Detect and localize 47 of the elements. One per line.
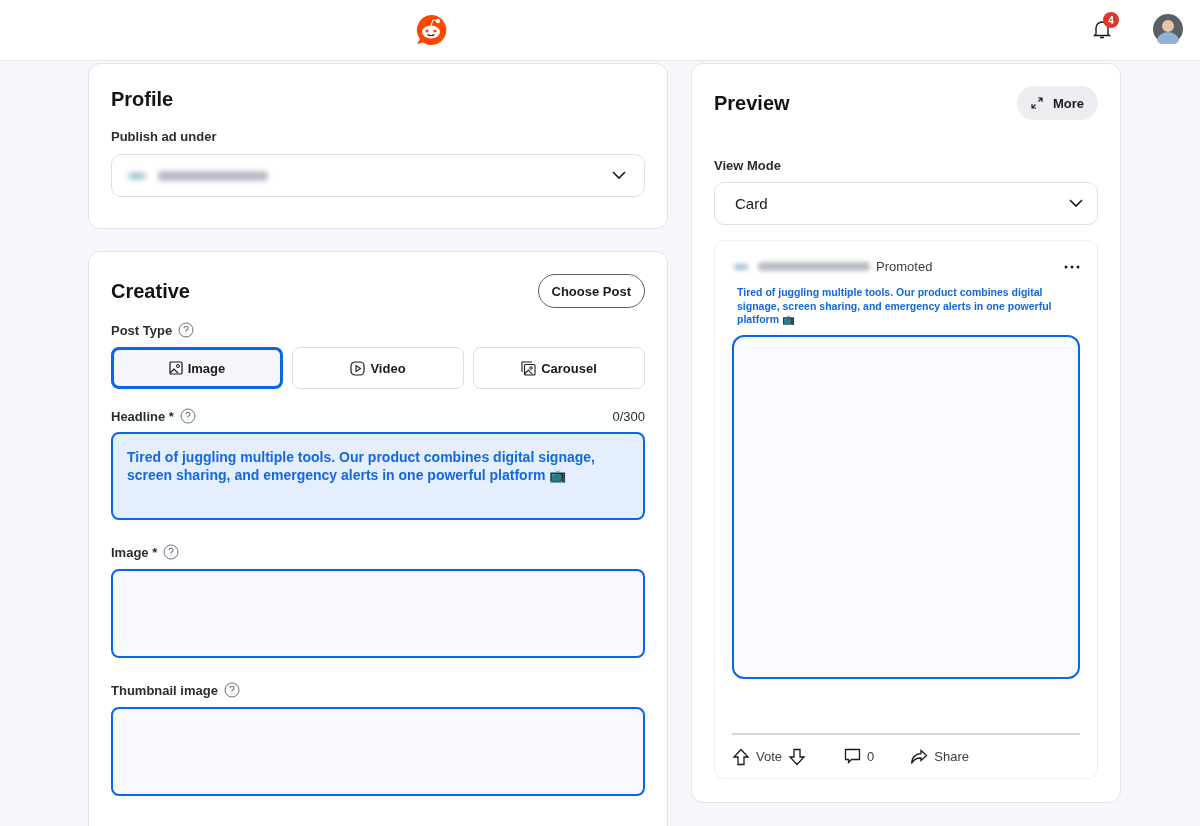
post-type-tab[interactable]: Carousel (473, 347, 645, 389)
post-type-tab[interactable]: Video (292, 347, 464, 389)
downvote-icon[interactable] (788, 747, 807, 766)
more-button[interactable]: More (1016, 86, 1098, 120)
comment-count: 0 (867, 749, 875, 764)
field-label: View Mode (714, 158, 782, 173)
help-icon[interactable] (223, 682, 240, 698)
notification-badge: 4 (1103, 12, 1119, 28)
character-counter: 0/300 (612, 408, 645, 424)
view-mode-dropdown[interactable]: Card (714, 182, 1098, 225)
section-title: Creative (111, 279, 190, 303)
blurred-avatar-icon (732, 261, 750, 272)
chevron-down-icon (1069, 199, 1083, 208)
help-icon[interactable] (179, 408, 196, 424)
logo-icon[interactable] (415, 14, 447, 45)
play-icon (350, 360, 366, 376)
more-options-icon[interactable] (1064, 264, 1080, 269)
image-upload-area[interactable] (111, 569, 645, 658)
vote-label: Vote (756, 749, 783, 764)
gallery-icon (521, 360, 537, 376)
field-label: Headline * (111, 408, 174, 424)
choose-post-button[interactable]: Choose Post (537, 274, 645, 308)
blurred-avatar-icon (126, 169, 148, 182)
section-title: Profile (111, 88, 175, 111)
upvote-icon[interactable] (732, 747, 750, 766)
post-type-tab[interactable]: Image (111, 347, 283, 389)
image-icon (168, 361, 183, 375)
field-label: Post Type (111, 322, 173, 338)
help-icon[interactable] (178, 322, 195, 338)
field-label: Thumbnail image (111, 682, 218, 698)
section-title: Preview (714, 91, 790, 115)
promoted-label: Promoted (876, 259, 933, 274)
field-label: Publish ad under (111, 129, 218, 144)
blurred-name-icon (158, 169, 268, 182)
bell-icon[interactable] (1091, 18, 1113, 40)
thumbnail-upload-area[interactable] (111, 707, 645, 796)
share-label: Share (934, 749, 969, 764)
blurred-name-icon (758, 261, 870, 272)
expand-icon (1030, 97, 1043, 109)
help-icon[interactable] (163, 544, 180, 560)
field-label: Image * (111, 544, 158, 560)
share-icon[interactable] (910, 748, 929, 765)
post-headline: Tired of juggling multiple tools. Our product combines digital signage, screen sharing, and emergency alerts in one powerful platform 📺 (737, 286, 1053, 327)
avatar-icon[interactable] (1153, 14, 1183, 44)
chevron-down-icon (612, 171, 626, 180)
comment-icon[interactable] (844, 748, 862, 765)
headline-field[interactable]: Tired of juggling multiple tools. Our product combines digital signage, screen sharing, and emergency alerts in one powerful platform 📺 (111, 432, 645, 520)
